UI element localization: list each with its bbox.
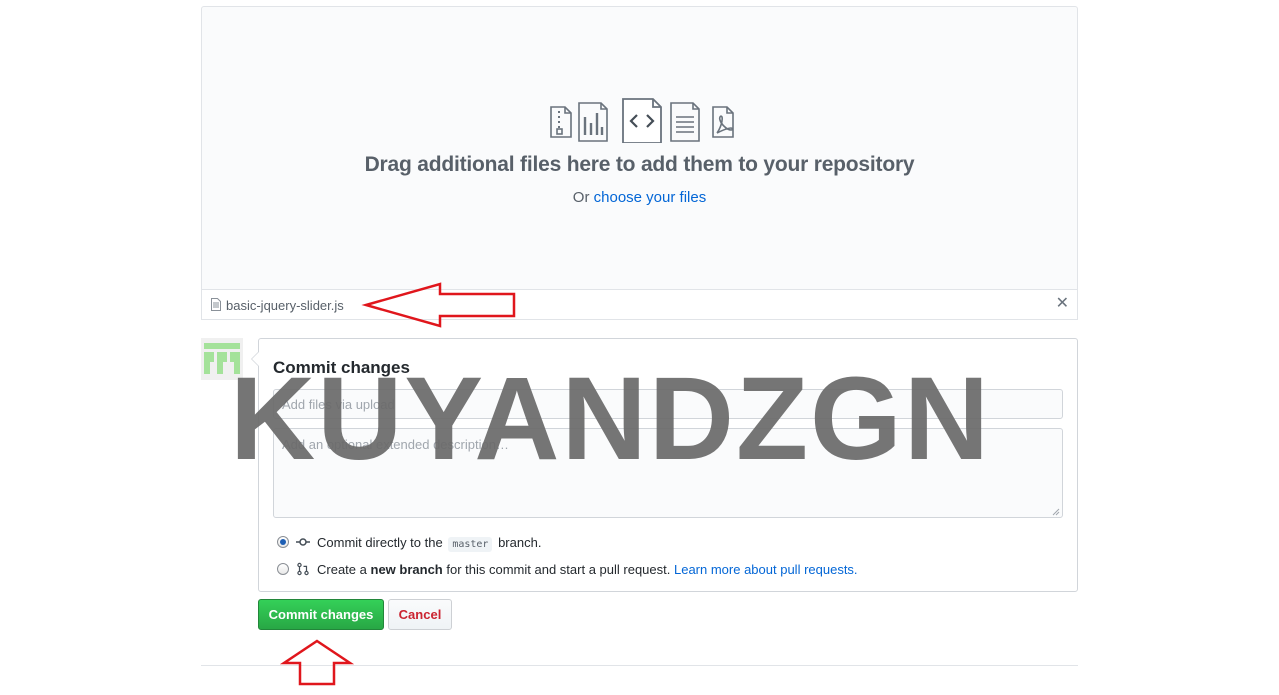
commit-direct-suffix: branch. (498, 535, 542, 550)
git-commit-icon (296, 538, 310, 546)
uploaded-file-name: basic-jquery-slider.js (226, 298, 344, 313)
file-dropzone[interactable]: Drag additional files here to add them t… (201, 6, 1078, 289)
or-text: Or (572, 189, 590, 206)
commit-description-input[interactable] (273, 428, 1063, 518)
pull-request-icon (297, 562, 309, 576)
dropzone-subtitle: Or choose your files (202, 189, 1077, 206)
branch-name-badge: master (448, 537, 493, 552)
resize-grip-icon[interactable] (1051, 507, 1060, 516)
choose-files-link[interactable]: choose your files (594, 189, 707, 206)
commit-direct-radio[interactable] (277, 536, 289, 548)
avatar (201, 338, 243, 380)
commit-changes-button[interactable]: Commit changes (258, 599, 384, 630)
new-branch-label: Create a new branch for this commit and … (317, 562, 858, 577)
text-file-icon (670, 102, 700, 142)
code-file-icon (622, 98, 662, 143)
new-branch-radio[interactable] (277, 563, 289, 575)
commit-direct-prefix: Commit directly to the (317, 535, 443, 550)
file-type-icons (550, 98, 734, 143)
chart-file-icon (578, 102, 608, 142)
new-branch-middle: for this commit and start a pull request… (446, 562, 671, 577)
commit-form: Commit changes Commit directly to the ma… (251, 338, 1078, 592)
learn-more-pull-requests-link[interactable]: Learn more about pull requests. (674, 562, 858, 577)
dropzone-title: Drag additional files here to add them t… (364, 153, 915, 176)
pdf-file-icon (712, 106, 734, 138)
file-icon (211, 298, 221, 311)
commit-direct-label: Commit directly to the master branch. (317, 535, 542, 552)
zip-file-icon (550, 106, 572, 138)
remove-file-icon[interactable]: ✕ (1056, 295, 1069, 313)
uploaded-file-row: basic-jquery-slider.js ✕ (201, 289, 1078, 320)
bottom-divider (201, 665, 1078, 666)
new-branch-bold: new branch (370, 562, 443, 577)
up-arrow-annotation (279, 639, 355, 686)
commit-form-title: Commit changes (273, 358, 410, 377)
new-branch-prefix: Create a (317, 562, 367, 577)
cancel-button[interactable]: Cancel (388, 599, 452, 630)
commit-summary-input[interactable] (273, 389, 1063, 419)
